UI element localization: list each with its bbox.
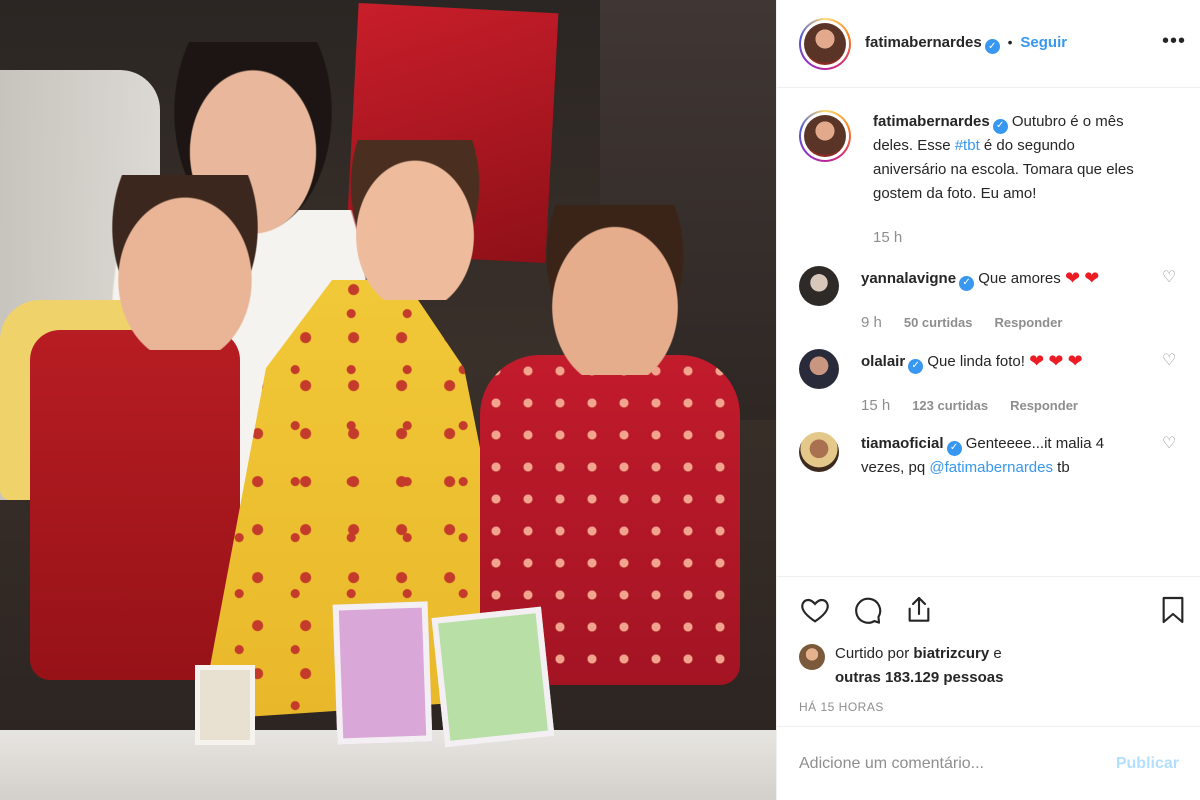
photo-boy-head: [100, 175, 270, 350]
verified-icon: ✓: [992, 118, 1008, 134]
post-photo[interactable]: [0, 0, 776, 800]
comment-meta: 15 h 123 curtidas Responder: [861, 394, 1146, 418]
comment-text-after: tb: [1053, 459, 1070, 476]
verified-icon: ✓: [946, 440, 962, 456]
verified-icon: ✓: [984, 38, 1000, 54]
verified-icon: ✓: [908, 358, 924, 374]
red-heart-emoji: ❤: [1067, 351, 1083, 371]
caption: fatimabernardes ✓ Outubro é o mês deles. …: [799, 110, 1178, 250]
red-heart-emoji: ❤: [1048, 351, 1064, 371]
comment-time[interactable]: 9 h: [861, 311, 882, 335]
caption-time[interactable]: 15 h: [873, 226, 902, 250]
post-timestamp[interactable]: HÁ 15 HORAS: [777, 690, 1200, 714]
bookmark-icon[interactable]: [1157, 594, 1189, 626]
liked-by-conj: e: [993, 645, 1002, 662]
comment-avatar[interactable]: [799, 266, 839, 306]
follow-button[interactable]: Seguir: [1020, 34, 1067, 51]
avatar-image: [804, 22, 846, 65]
comment-meta: 9 h 50 curtidas Responder: [861, 311, 1146, 335]
liked-by-prefix: Curtido por: [835, 645, 910, 662]
comment-text: Que linda foto!: [927, 353, 1025, 370]
reply-button[interactable]: Responder: [995, 311, 1063, 335]
comment-body: yannalavigne ✓ Que amores ❤ ❤ 9 h 50 curt…: [861, 266, 1178, 335]
comment-mention[interactable]: @fatimabernardes: [929, 459, 1053, 476]
separator-dot: •: [1007, 33, 1013, 50]
verified-icon: ✓: [959, 275, 975, 291]
like-comment-heart-icon[interactable]: ♡: [1162, 436, 1178, 452]
more-options-icon[interactable]: •••: [1162, 30, 1186, 53]
add-comment-bar: Publicar: [777, 726, 1200, 800]
liked-by-others[interactable]: outras 183.129 pessoas: [835, 669, 1003, 686]
comment-avatar[interactable]: [799, 349, 839, 389]
comment-username[interactable]: tiamaoficial: [861, 435, 944, 452]
comment-item: yannalavigne ✓ Que amores ❤ ❤ 9 h 50 curt…: [799, 266, 1178, 335]
post-header: fatimabernardes ✓ • Seguir •••: [777, 0, 1200, 88]
caption-meta: 15 h: [873, 226, 1146, 250]
liked-by-text: Curtido por biatrizcury e outras 183.129…: [835, 642, 1003, 690]
caption-username[interactable]: fatimabernardes: [873, 113, 990, 130]
comment-likes[interactable]: 50 curtidas: [904, 311, 973, 335]
add-comment-input[interactable]: [799, 754, 1116, 773]
caption-body: fatimabernardes ✓ Outubro é o mês deles. …: [873, 110, 1178, 250]
liked-by: Curtido por biatrizcury e outras 183.129…: [777, 642, 1200, 690]
comment-body: olalair ✓ Que linda foto! ❤ ❤ ❤ 15 h 123 …: [861, 349, 1178, 418]
comment-time[interactable]: 15 h: [861, 394, 890, 418]
reply-button[interactable]: Responder: [1010, 394, 1078, 418]
red-heart-emoji: ❤: [1064, 268, 1081, 288]
author-username[interactable]: fatimabernardes: [865, 34, 982, 51]
author-avatar[interactable]: [799, 17, 851, 70]
photo-card-pink: [332, 601, 433, 745]
header-user-line: fatimabernardes ✓ • Seguir: [865, 34, 1067, 54]
red-heart-emoji: ❤: [1029, 351, 1045, 371]
comment-avatar[interactable]: [799, 432, 839, 472]
like-comment-heart-icon[interactable]: ♡: [1162, 270, 1178, 286]
heart-icon[interactable]: [799, 594, 831, 626]
like-comment-heart-icon[interactable]: ♡: [1162, 353, 1178, 369]
post-sidebar: fatimabernardes ✓ • Seguir ••• fatimabern…: [776, 0, 1200, 800]
photo-girl-head: [340, 140, 490, 300]
comment-username[interactable]: olalair: [861, 353, 905, 370]
liker-avatar[interactable]: [799, 644, 825, 670]
instagram-post: fatimabernardes ✓ • Seguir ••• fatimabern…: [0, 0, 1200, 800]
avatar-ring-inner: [801, 19, 849, 68]
comment-username[interactable]: yannalavigne: [861, 270, 956, 287]
comment-item: olalair ✓ Que linda foto! ❤ ❤ ❤ 15 h 123 …: [799, 349, 1178, 418]
comment-icon[interactable]: [851, 594, 883, 626]
comment-body: tiamaoficial ✓ Genteeee...it malia 4 veze…: [861, 432, 1178, 480]
caption-hashtag[interactable]: #tbt: [955, 137, 980, 154]
photo-card-green: [431, 606, 555, 748]
caption-avatar[interactable]: [799, 110, 851, 162]
photo-card-small: [195, 665, 255, 745]
comment-item: tiamaoficial ✓ Genteeee...it malia 4 veze…: [799, 432, 1178, 480]
photo-girl2-head: [535, 205, 695, 375]
post-footer: Curtido por biatrizcury e outras 183.129…: [777, 576, 1200, 714]
liked-by-user[interactable]: biatrizcury: [913, 645, 989, 662]
share-icon[interactable]: [903, 594, 935, 626]
red-heart-emoji: ❤: [1084, 268, 1100, 288]
comment-likes[interactable]: 123 curtidas: [912, 394, 988, 418]
avatar-ring-inner: [801, 112, 849, 160]
publish-button[interactable]: Publicar: [1116, 755, 1179, 773]
comment-text: Que amores: [978, 270, 1061, 287]
action-bar: [777, 576, 1200, 642]
avatar-image: [804, 115, 846, 157]
photo-boy-overall: [30, 330, 240, 680]
